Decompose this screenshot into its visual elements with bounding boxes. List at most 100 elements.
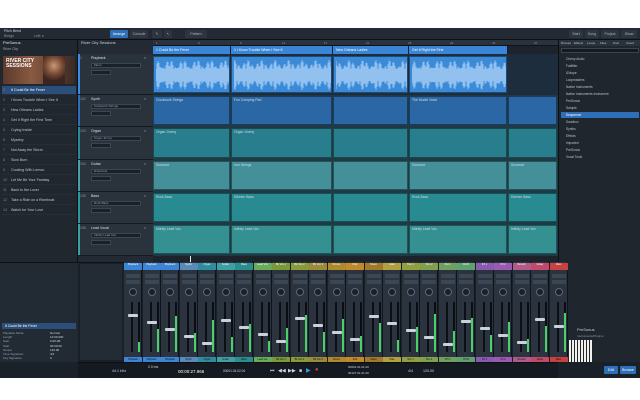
fader-handle[interactable]: [424, 336, 434, 339]
fader-handle[interactable]: [183, 335, 194, 338]
song-item[interactable]: 4 Get It Right the First Time: [2, 116, 76, 125]
fader-handle[interactable]: [350, 338, 360, 341]
browser-item[interactable]: Native Instruments Instrument: [561, 91, 639, 97]
fader-handle[interactable]: [535, 318, 545, 321]
pattern-clip[interactable]: Sonance: [153, 161, 230, 190]
insert-slot[interactable]: [477, 274, 492, 278]
channel-strip[interactable]: Hats Hats: [383, 262, 401, 362]
browser-tab[interactable]: Browse: [561, 41, 571, 45]
start-button[interactable]: Start: [569, 30, 583, 38]
pan-knob[interactable]: [462, 288, 470, 296]
fader-handle[interactable]: [516, 341, 527, 344]
track-menu-icon[interactable]: ≡: [144, 226, 146, 230]
pattern-clip[interactable]: Rock Bass: [409, 193, 507, 222]
pan-knob[interactable]: [203, 288, 211, 296]
track-header-audio[interactable]: 1 Playback Mono ≡: [78, 54, 153, 95]
pan-knob[interactable]: [499, 288, 507, 296]
channel-strip[interactable]: Bass Bass: [235, 262, 253, 362]
channel-strip[interactable]: Delay Delay: [531, 262, 549, 362]
channel-strip[interactable]: Main Main: [549, 262, 568, 362]
browser-tab[interactable]: Pool: [613, 41, 619, 45]
insert-slot[interactable]: [311, 274, 325, 278]
pan-knob[interactable]: [388, 288, 396, 296]
insert-slot[interactable]: [218, 274, 233, 278]
show-page-button[interactable]: Show: [621, 30, 637, 38]
browser-item[interactable]: Imported: [561, 140, 639, 146]
fader-handle[interactable]: [442, 343, 453, 346]
song-item[interactable]: 9 Cooking With Lemon: [2, 166, 76, 175]
channel-strip[interactable]: OH R OH R: [457, 262, 475, 362]
channel-strip[interactable]: Snare Snare: [364, 262, 383, 362]
browser-item[interactable]: Sandbox: [561, 119, 639, 125]
forward-button[interactable]: ▶▶: [288, 368, 296, 374]
channel-strip[interactable]: OH L OH L: [438, 262, 457, 362]
loop-start[interactable]: 00001.01.01.00: [348, 365, 369, 369]
pattern-clip[interactable]: Infinity Lead Vox: [231, 225, 332, 254]
pan-knob[interactable]: [184, 288, 193, 296]
insert-slot[interactable]: [292, 274, 307, 278]
insert-slot[interactable]: [200, 274, 214, 278]
pan-knob[interactable]: [406, 288, 415, 296]
pattern-clip[interactable]: [333, 161, 408, 190]
browser-item[interactable]: Sample: [561, 105, 639, 111]
channel-strip[interactable]: Lead Vox Lead Vox: [253, 262, 272, 362]
browser-item[interactable]: iZotope: [561, 70, 639, 76]
browser-item[interactable]: Native Instruments: [561, 84, 639, 90]
channel-strip[interactable]: Bk Vox 1 Bk Vox 1: [272, 262, 290, 362]
browser-item[interactable]: PreSonus: [561, 147, 639, 153]
rewind-button[interactable]: ⏮: [270, 368, 275, 374]
instrument-slot[interactable]: Organ Jimmy: [91, 136, 141, 141]
pattern-clip[interactable]: Rock Bass: [153, 193, 230, 222]
fader-handle[interactable]: [553, 325, 564, 328]
track-header-synth[interactable]: 102 Synth Clockwork Strings ≡: [78, 95, 153, 127]
song-item[interactable]: 2 I Know Trouble When I See It: [2, 96, 76, 105]
send-slot[interactable]: [329, 280, 344, 284]
fader-handle[interactable]: [405, 329, 416, 332]
audio-clip[interactable]: [409, 56, 507, 93]
fader-handle[interactable]: [165, 328, 175, 331]
browser-item[interactable]: PreSonus: [561, 98, 639, 104]
channel-strip[interactable]: Drums Drums: [327, 262, 346, 362]
fader-handle[interactable]: [257, 333, 268, 336]
pan-knob[interactable]: [332, 288, 341, 296]
channel-strip[interactable]: Synth Synth: [179, 262, 198, 362]
insert-slot[interactable]: [514, 274, 529, 278]
pattern-clip[interactable]: Infinity Lead Vox: [508, 225, 557, 254]
send-slot[interactable]: [311, 280, 325, 284]
pan-knob[interactable]: [129, 288, 137, 296]
instrument-slot[interactable]: Clockwork Strings: [91, 104, 141, 109]
fader-handle[interactable]: [220, 319, 231, 322]
browser-tab[interactable]: Loops: [587, 41, 595, 45]
track-menu-icon[interactable]: ≡: [144, 194, 146, 198]
back-button[interactable]: ◀◀: [278, 368, 286, 374]
record-button[interactable]: ●: [315, 367, 319, 373]
arranger-section[interactable]: 1 I Know Trouble When I See It: [231, 46, 333, 54]
browser-item[interactable]: Vocal Tools: [561, 154, 639, 160]
browser-item[interactable]: Sequencer: [561, 112, 639, 118]
browser-search-input[interactable]: [561, 48, 639, 53]
pattern-clip[interactable]: [333, 193, 408, 222]
pattern-clip[interactable]: [508, 128, 557, 158]
send-slot[interactable]: [218, 280, 233, 284]
song-item[interactable]: 10 Let Me Be Your Fantasy: [2, 176, 76, 185]
channel-strip[interactable]: Playback Playback: [142, 262, 161, 362]
send-slot[interactable]: [292, 280, 307, 284]
send-slot[interactable]: [181, 280, 196, 284]
instrument-slot[interactable]: Infinity Lead Vox: [91, 233, 141, 238]
fader-handle[interactable]: [387, 322, 397, 325]
stop-button[interactable]: ■: [299, 368, 302, 374]
pattern-clip[interactable]: Sonance: [508, 161, 557, 190]
arranger-section[interactable]: 1 Could Be the Fever: [153, 46, 231, 54]
browser-item[interactable]: Loopmasters: [561, 77, 639, 83]
send-slot[interactable]: [477, 280, 492, 284]
insert-slot[interactable]: [144, 274, 159, 278]
arranger-section[interactable]: Get It Right the First: [409, 46, 508, 54]
send-slot[interactable]: [440, 280, 455, 284]
send-slot[interactable]: [237, 280, 251, 284]
song-item[interactable]: 8 Slow Burn: [2, 156, 76, 165]
console-button[interactable]: Console: [130, 30, 148, 38]
volume-slot[interactable]: [91, 240, 111, 245]
channel-strip[interactable]: FX 1 FX 1: [475, 262, 494, 362]
loop-end[interactable]: 00127.01.01.00: [348, 371, 369, 375]
play-button[interactable]: ▶: [306, 367, 311, 374]
